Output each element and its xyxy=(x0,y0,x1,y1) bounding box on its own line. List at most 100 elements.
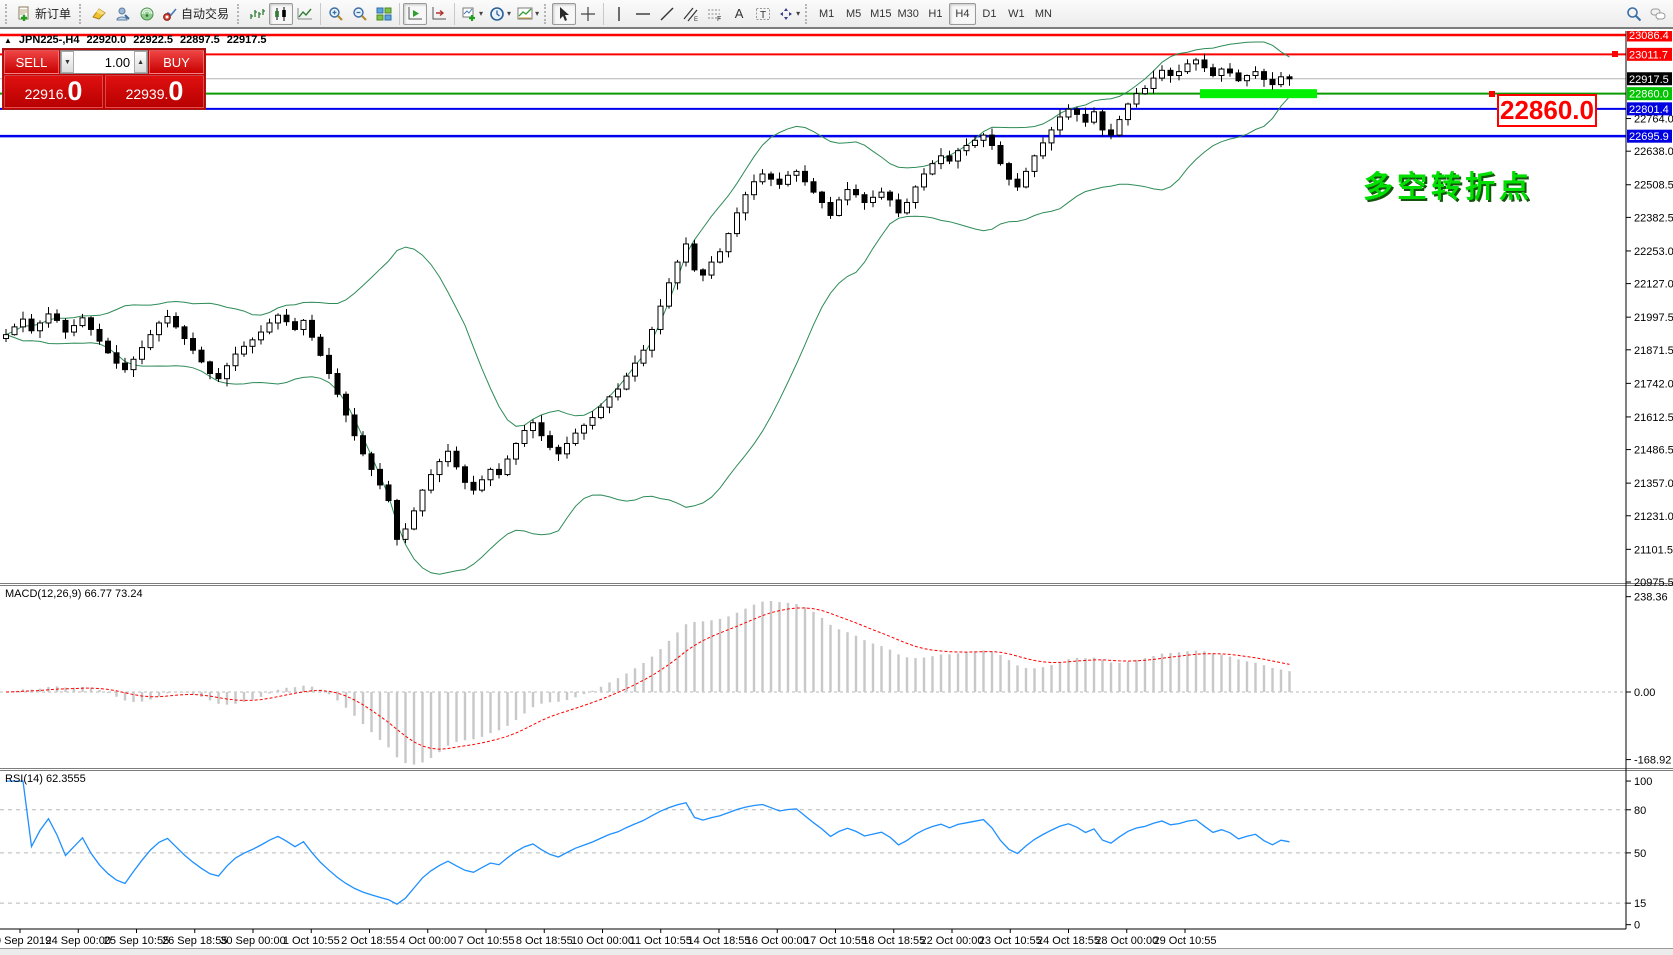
price-tick-22638: 22638.0 xyxy=(1634,146,1673,158)
chat-button[interactable] xyxy=(1646,3,1670,25)
redline-endpoint-marker[interactable] xyxy=(1612,51,1618,57)
sell-price: 22916. xyxy=(25,83,68,105)
trendline-tool-button[interactable] xyxy=(655,3,679,25)
new-order-icon xyxy=(16,6,32,22)
collapse-icon[interactable]: ▲ xyxy=(4,36,12,45)
arrows-tool-button[interactable]: ▾ xyxy=(775,3,803,25)
price-tick-21486.5: 21486.5 xyxy=(1634,445,1673,457)
editor-button[interactable] xyxy=(111,3,135,25)
price-badge-text: 22801.4 xyxy=(1629,104,1669,116)
vertical-line-icon xyxy=(611,6,627,22)
price-callout-22860[interactable]: 22860.0 xyxy=(1497,94,1597,127)
macd-tick-238.36: 238.36 xyxy=(1634,592,1668,604)
time-label: 20 Sep 2019 xyxy=(0,935,51,947)
time-label: 25 Sep 10:55 xyxy=(104,935,169,947)
time-label: 30 Sep 00:00 xyxy=(220,935,285,947)
cursor-tool-button[interactable] xyxy=(552,3,576,25)
time-label: 8 Oct 18:55 xyxy=(516,935,573,947)
zoom-in-button[interactable] xyxy=(324,3,348,25)
price-tick-21742: 21742.0 xyxy=(1634,378,1673,390)
auto-trading-button[interactable]: 自动交易 xyxy=(159,3,235,25)
time-label: 24 Sep 00:00 xyxy=(46,935,111,947)
price-tick-21357: 21357.0 xyxy=(1634,478,1673,490)
svg-text:F: F xyxy=(717,16,721,22)
new-chart-dropdown[interactable]: ▾ xyxy=(479,9,483,18)
highlighter-button[interactable] xyxy=(87,3,111,25)
price-tick-22127: 22127.0 xyxy=(1634,279,1673,291)
vline-tool-button[interactable] xyxy=(607,3,631,25)
svg-text:T: T xyxy=(760,10,766,21)
candlestick-chart-button[interactable] xyxy=(269,3,293,25)
macd-tick-0.00: 0.00 xyxy=(1634,687,1655,699)
rsi-tick-15: 15 xyxy=(1634,898,1646,910)
arrows-dropdown[interactable]: ▾ xyxy=(796,9,800,18)
timeframe-m15-button[interactable]: M15 xyxy=(867,3,894,25)
price-badge-text: 22695.9 xyxy=(1629,131,1669,143)
main-toolbar: 新订单 自动交易 ▾ ▾ xyxy=(0,0,1673,29)
ohlc-open: 22920.0 xyxy=(86,34,126,46)
time-label: 28 Oct 00:00 xyxy=(1095,935,1158,947)
rsi-tick-80: 80 xyxy=(1634,805,1646,817)
search-icon xyxy=(1626,6,1642,22)
timeframe-d1-button[interactable]: D1 xyxy=(976,3,1003,25)
new-order-button[interactable]: 新订单 xyxy=(13,3,77,25)
new-order-label: 新订单 xyxy=(35,5,71,22)
sell-button[interactable]: SELL xyxy=(4,50,59,74)
buy-price-button[interactable]: 22939.0 xyxy=(105,75,204,108)
zoom-out-button[interactable] xyxy=(348,3,372,25)
time-label: 2 Oct 18:55 xyxy=(341,935,398,947)
new-chart-button[interactable]: ▾ xyxy=(458,3,486,25)
chart-area[interactable]: 22764.022638.022508.522382.522253.022127… xyxy=(0,31,1673,955)
volume-spinner: ▼ ▲ xyxy=(60,50,148,74)
channel-tool-button[interactable]: E xyxy=(679,3,703,25)
macd-label: MACD(12,26,9) 66.77 73.24 xyxy=(5,588,143,600)
template-dropdown[interactable]: ▾ xyxy=(535,9,539,18)
period-button[interactable]: ▾ xyxy=(486,3,514,25)
time-label: 26 Sep 18:55 xyxy=(162,935,227,947)
search-button[interactable] xyxy=(1622,3,1646,25)
callout-anchor-marker[interactable] xyxy=(1489,91,1495,97)
window-footer xyxy=(0,948,1673,955)
timeframe-m5-button[interactable]: M5 xyxy=(840,3,867,25)
volume-down-button[interactable]: ▼ xyxy=(61,51,74,73)
chart-shift-button[interactable] xyxy=(427,3,451,25)
volume-input[interactable] xyxy=(74,51,134,73)
sell-price-button[interactable]: 22916.0 xyxy=(4,75,103,108)
bar-chart-button[interactable] xyxy=(245,3,269,25)
period-dropdown[interactable]: ▾ xyxy=(507,9,511,18)
timeframe-h4-button[interactable]: H4 xyxy=(949,3,976,25)
price-tick-20975.5: 20975.5 xyxy=(1634,577,1673,589)
time-label: 4 Oct 00:00 xyxy=(399,935,456,947)
timeframe-m30-button[interactable]: M30 xyxy=(895,3,922,25)
chart-shift-icon xyxy=(431,6,447,22)
auto-scroll-button[interactable] xyxy=(403,3,427,25)
timeframe-h1-button[interactable]: H1 xyxy=(922,3,949,25)
price-badge-text: 23086.4 xyxy=(1629,31,1669,42)
clock-icon xyxy=(489,6,505,22)
buy-price: 22939. xyxy=(126,83,169,105)
hline-tool-button[interactable] xyxy=(631,3,655,25)
timeframe-m1-button[interactable]: M1 xyxy=(813,3,840,25)
label-tool-button[interactable]: T xyxy=(751,3,775,25)
tile-windows-button[interactable] xyxy=(372,3,396,25)
time-label: 22 Oct 00:00 xyxy=(921,935,984,947)
template-button[interactable]: ▾ xyxy=(514,3,542,25)
buy-button[interactable]: BUY xyxy=(149,50,204,74)
timeframe-mn-button[interactable]: MN xyxy=(1030,3,1057,25)
rsi-tick-50: 50 xyxy=(1634,848,1646,860)
signals-icon xyxy=(139,6,155,22)
price-tick-21612.5: 21612.5 xyxy=(1634,412,1673,424)
price-tick-21101.5: 21101.5 xyxy=(1634,544,1673,556)
trendline-icon xyxy=(659,6,675,22)
text-tool-button[interactable]: A xyxy=(727,3,751,25)
timeframe-w1-button[interactable]: W1 xyxy=(1003,3,1030,25)
signals-button[interactable] xyxy=(135,3,159,25)
crosshair-tool-button[interactable] xyxy=(576,3,600,25)
highlighter-icon xyxy=(91,6,107,22)
line-chart-button[interactable] xyxy=(293,3,317,25)
volume-up-button[interactable]: ▲ xyxy=(134,51,147,73)
price-tick-22508.5: 22508.5 xyxy=(1634,180,1673,192)
pivot-annotation[interactable]: 多空转折点 xyxy=(1363,162,1533,206)
fibonacci-tool-button[interactable]: F xyxy=(703,3,727,25)
macd-tick--168.92: -168.92 xyxy=(1634,755,1671,767)
